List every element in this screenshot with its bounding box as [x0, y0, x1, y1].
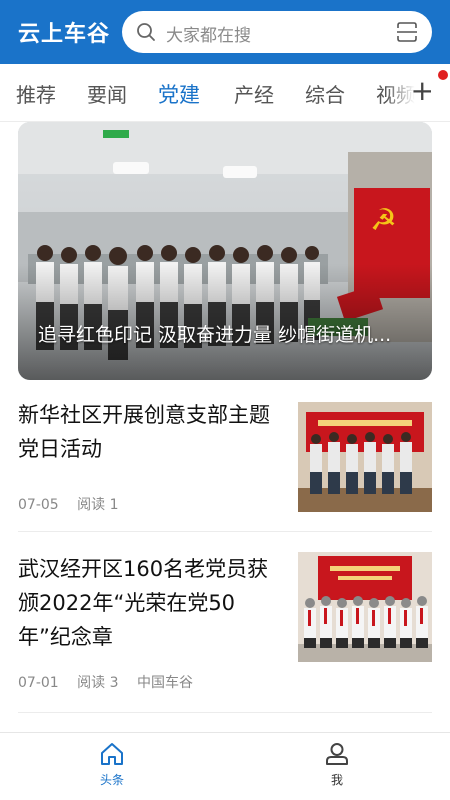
search-icon — [137, 23, 155, 41]
news-list-item[interactable]: 武汉经开区160名老党员获颁2022年“光荣在党50年”纪念章 07-01 阅读… — [18, 552, 432, 702]
bottom-navigation: 头条 我 — [0, 732, 450, 800]
tab-recommend[interactable]: 推荐 — [16, 79, 56, 108]
tab-headline-news[interactable]: 要闻 — [87, 79, 127, 108]
tab-party-building[interactable]: 党建 — [158, 79, 200, 109]
channel-tabs: 推荐 要闻 党建 产经 综合 视频 + — [0, 64, 450, 122]
hero-banner[interactable]: ☭ — [18, 122, 432, 380]
tab-industry[interactable]: 产经 — [234, 79, 274, 108]
notification-dot — [438, 70, 448, 80]
article-source: 中国车谷 — [136, 675, 193, 691]
article-date: 07-01 — [18, 675, 59, 691]
scan-icon[interactable] — [396, 21, 418, 43]
home-icon — [101, 743, 123, 765]
news-list-item[interactable]: 新华社区开展创意支部主题党日活动 07-05 阅读 1 — [18, 398, 432, 518]
nav-headlines[interactable]: 头条 — [72, 741, 152, 788]
app-title: 云上车谷 — [18, 22, 111, 47]
article-meta: 07-01 阅读 3 中国车谷 — [18, 672, 207, 692]
divider — [18, 712, 432, 713]
article-thumbnail — [298, 552, 432, 662]
add-channel-icon[interactable]: + — [411, 74, 434, 107]
profile-icon — [326, 743, 348, 765]
article-title: 武汉经开区160名老党员获颁2022年“光荣在党50年”纪念章 — [18, 557, 269, 649]
top-bar: 云上车谷 大家都在搜 — [0, 0, 450, 64]
article-meta: 07-05 阅读 1 — [18, 494, 133, 514]
hero-caption: 追寻红色印记 汲取奋进力量 纱帽街道机... — [38, 324, 392, 346]
tab-general[interactable]: 综合 — [305, 79, 345, 108]
article-thumbnail — [298, 402, 432, 512]
article-photo — [298, 402, 432, 512]
article-photo — [298, 552, 432, 662]
nav-profile[interactable]: 我 — [297, 741, 377, 788]
nav-label: 头条 — [99, 773, 124, 787]
search-placeholder: 大家都在搜 — [166, 26, 251, 46]
article-read-count: 阅读 3 — [77, 675, 119, 691]
search-bar[interactable]: 大家都在搜 — [122, 11, 432, 53]
article-read-count: 阅读 1 — [77, 497, 119, 513]
nav-label: 我 — [330, 773, 343, 787]
article-date: 07-05 — [18, 497, 59, 513]
article-title: 新华社区开展创意支部主题党日活动 — [18, 403, 270, 461]
divider — [18, 531, 432, 532]
